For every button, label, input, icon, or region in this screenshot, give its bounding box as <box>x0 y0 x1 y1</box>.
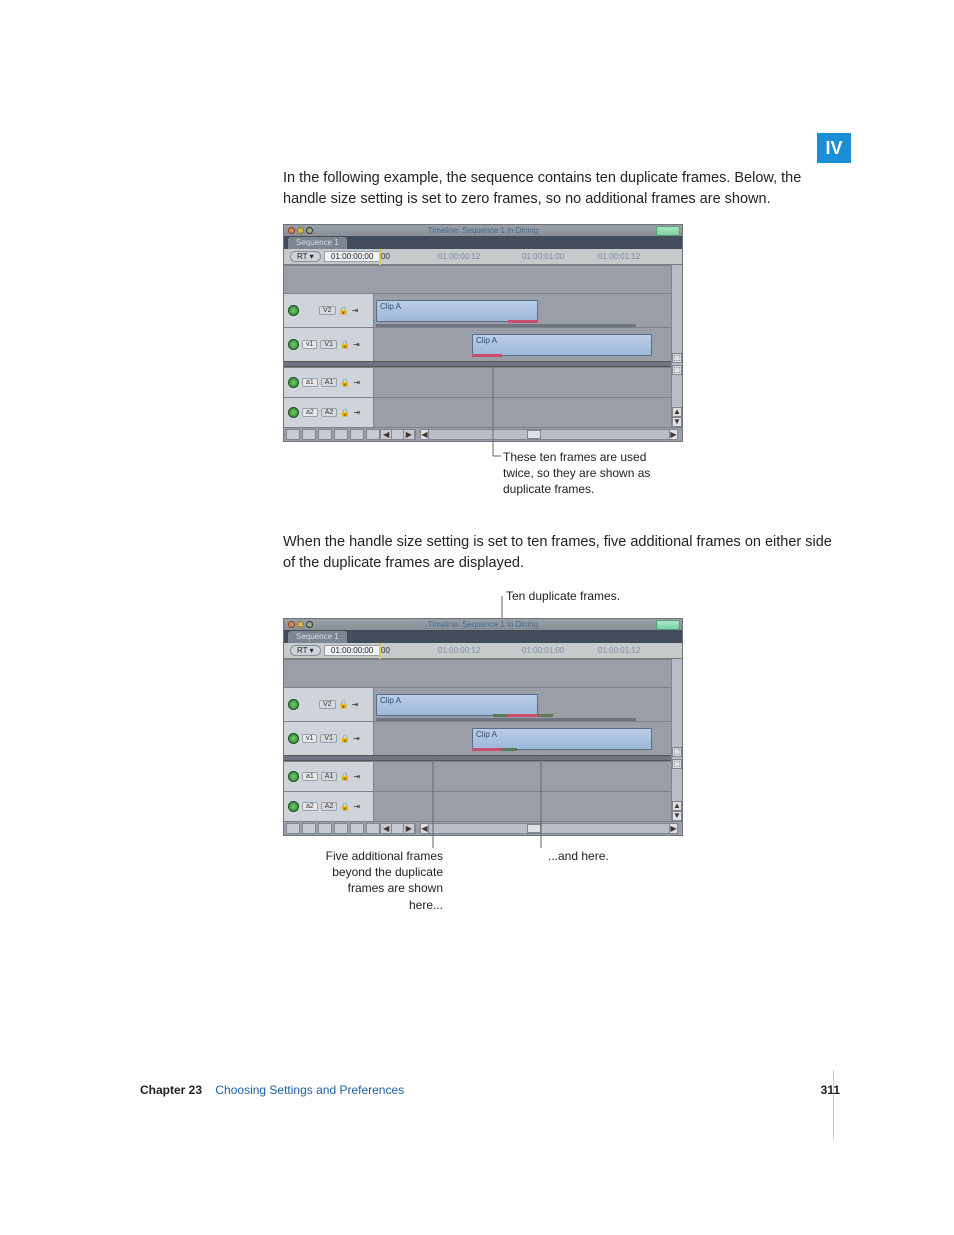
figure-2: Ten duplicate frames. Timeline: Sequence… <box>283 588 838 908</box>
part-tab: IV <box>817 133 851 163</box>
page-footer: Chapter 23 Choosing Settings and Prefere… <box>140 1083 840 1097</box>
side-rule <box>833 1070 834 1140</box>
page-number: 311 <box>821 1083 840 1097</box>
chapter-label: Chapter 23 <box>140 1083 202 1097</box>
callout-fig2-left: Five additional frames beyond the duplic… <box>313 848 443 913</box>
figure-1: Timeline: Sequence 1 in Dining Sequence … <box>283 224 838 514</box>
callout-fig2-right: ...and here. <box>548 848 609 864</box>
callout-fig1: These ten frames are used twice, so they… <box>503 449 673 498</box>
body-paragraph-2: When the handle size setting is set to t… <box>283 532 838 574</box>
chapter-title: Choosing Settings and Preferences <box>215 1083 404 1097</box>
body-paragraph-1: In the following example, the sequence c… <box>283 168 838 210</box>
